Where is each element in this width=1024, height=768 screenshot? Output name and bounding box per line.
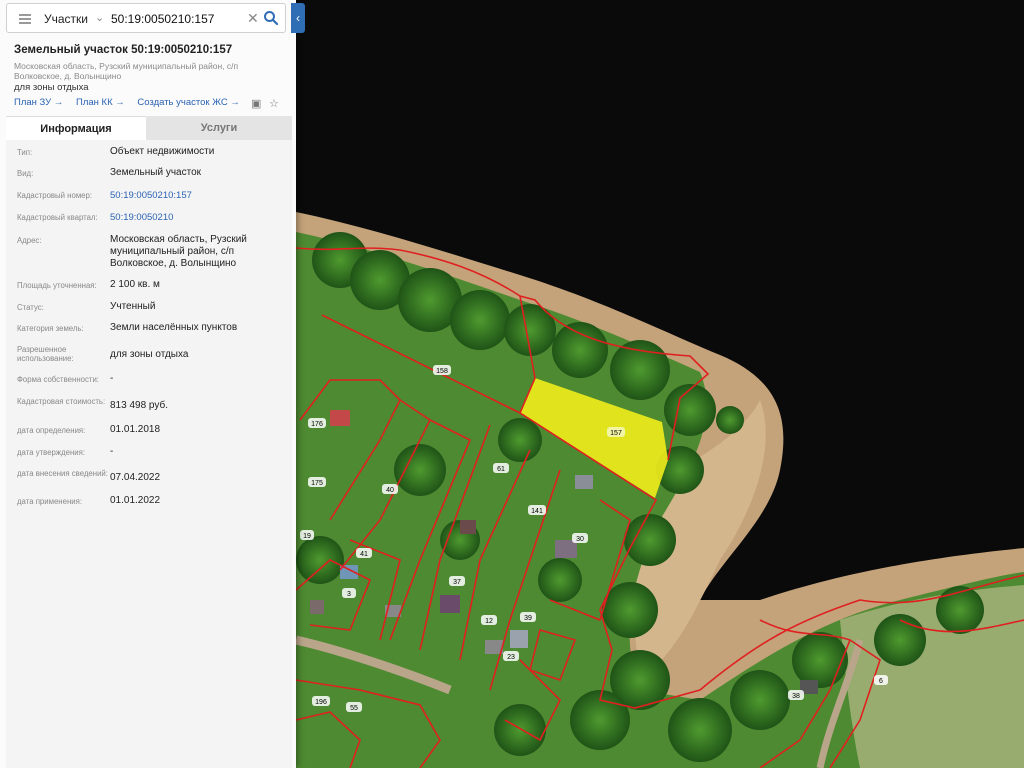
property-label: Адрес: — [17, 236, 42, 245]
svg-text:196: 196 — [315, 699, 327, 706]
lot-label: 196 — [312, 696, 330, 706]
lot-label: 55 — [346, 702, 362, 712]
property-value: 01.01.2022 — [110, 495, 161, 506]
svg-text:38: 38 — [792, 693, 800, 700]
svg-text:141: 141 — [531, 508, 543, 515]
light-field-right — [840, 585, 1024, 768]
svg-text:3: 3 — [347, 591, 351, 598]
parcel-purpose: для зоны отдыха — [14, 82, 89, 93]
property-value: Учтенный — [110, 301, 156, 312]
svg-text:6: 6 — [879, 678, 883, 685]
plan-kk-label: План КК — [76, 97, 113, 108]
svg-text:19: 19 — [303, 533, 311, 540]
menu-icon[interactable] — [19, 14, 31, 24]
property-label: Категория земель: — [17, 324, 84, 333]
lot-label: 176 — [308, 418, 326, 428]
lot-label: 141 — [528, 505, 546, 515]
svg-text:39: 39 — [524, 615, 532, 622]
svg-text:40: 40 — [386, 487, 394, 494]
property-label: Кадастровый квартал: — [17, 213, 98, 222]
lot-label: 12 — [481, 615, 497, 625]
tab-bar: Информация Услуги — [6, 116, 292, 141]
svg-text:61: 61 — [497, 466, 505, 473]
property-label: Кадастровая стоимость: — [17, 397, 106, 406]
property-value: - — [110, 373, 114, 384]
property-value: Земли населённых пунктов — [110, 322, 238, 333]
plan-zu-label: План ЗУ — [14, 97, 52, 108]
svg-text:176: 176 — [311, 421, 323, 428]
property-value: Московская область, Рузский муниципальны… — [110, 234, 247, 269]
property-value: 813 498 руб. — [110, 400, 168, 411]
search-icon[interactable] — [263, 10, 279, 26]
action-links: План ЗУ → План КК → Создать участок ЖС → — [14, 97, 250, 108]
tab-services[interactable]: Услуги — [146, 116, 292, 140]
lot-label: 37 — [449, 576, 465, 586]
property-value: 07.04.2022 — [110, 472, 161, 483]
create-parcel-link[interactable]: Создать участок ЖС → — [137, 97, 239, 108]
lot-label: 6 — [874, 675, 888, 685]
property-label: Статус: — [17, 303, 44, 312]
zoom-to-icon[interactable]: ▣ — [251, 97, 261, 110]
property-value: для зоны отдыха — [110, 349, 189, 360]
svg-text:23: 23 — [507, 654, 515, 661]
property-label: Разрешенное использование: — [17, 345, 74, 363]
svg-text:157: 157 — [610, 430, 622, 437]
lot-label: 23 — [503, 651, 519, 661]
svg-text:12: 12 — [485, 618, 493, 625]
svg-text:37: 37 — [453, 579, 461, 586]
collapse-panel-button[interactable]: ‹ — [291, 3, 305, 33]
property-label: дата внесения сведений: — [17, 469, 108, 478]
lot-label: 157 — [607, 427, 625, 437]
plan-kk-link[interactable]: План КК → — [76, 97, 125, 108]
search-bar: Участки ⌄ 50:19:0050210:157 ✕ — [6, 3, 286, 33]
address-subtitle: Московская область, Рузский муниципальны… — [14, 61, 239, 81]
property-label: дата определения: — [17, 426, 86, 435]
property-label: дата применения: — [17, 497, 83, 506]
property-value: - — [110, 446, 114, 457]
cadastral-quarter-value[interactable]: 50:19:0050210 — [110, 212, 285, 224]
layer-select[interactable]: Участки — [44, 12, 88, 26]
tab-info[interactable]: Информация — [6, 116, 146, 141]
lot-label: 30 — [572, 533, 588, 543]
search-input[interactable]: 50:19:0050210:157 — [111, 12, 214, 26]
lot-label: 61 — [493, 463, 509, 473]
lot-label: 39 — [520, 612, 536, 622]
property-value: Объект недвижимости — [110, 146, 215, 157]
lot-label: 3 — [342, 588, 356, 598]
svg-text:30: 30 — [576, 536, 584, 543]
svg-text:158: 158 — [436, 368, 448, 375]
property-label: Кадастровый номер: — [17, 191, 93, 200]
property-value: 01.01.2018 — [110, 424, 161, 435]
lot-label: 19 — [300, 530, 314, 540]
property-label: Вид: — [17, 169, 34, 178]
property-label: Площадь уточненная: — [17, 281, 97, 290]
svg-text:55: 55 — [350, 705, 358, 712]
svg-text:41: 41 — [360, 551, 368, 558]
create-parcel-label: Создать участок ЖС — [137, 97, 228, 108]
properties-table: Тип: Объект недвижимости Вид: Земельный … — [6, 140, 292, 768]
property-label: дата утверждения: — [17, 448, 86, 457]
lot-label: 40 — [382, 484, 398, 494]
lot-label: 158 — [433, 365, 451, 375]
cadastral-number-value[interactable]: 50:19:0050210:157 — [110, 190, 285, 202]
page-title: Земельный участок 50:19:0050210:157 — [14, 44, 233, 56]
info-panel: Участки ⌄ 50:19:0050210:157 ✕ ‹ Земельны… — [0, 0, 305, 768]
property-value: 2 100 кв. м — [110, 279, 160, 290]
property-value: Земельный участок — [110, 167, 202, 178]
star-icon[interactable]: ☆ — [269, 97, 279, 110]
plan-zu-link[interactable]: План ЗУ → — [14, 97, 63, 108]
close-icon[interactable]: ✕ — [247, 10, 259, 27]
property-label: Форма собственности: — [17, 375, 99, 384]
property-label: Тип: — [17, 148, 33, 157]
svg-text:175: 175 — [311, 480, 323, 487]
lot-label: 41 — [356, 548, 372, 558]
lot-label: 175 — [308, 477, 326, 487]
chevron-down-icon[interactable]: ⌄ — [95, 11, 104, 24]
lot-label: 38 — [788, 690, 804, 700]
